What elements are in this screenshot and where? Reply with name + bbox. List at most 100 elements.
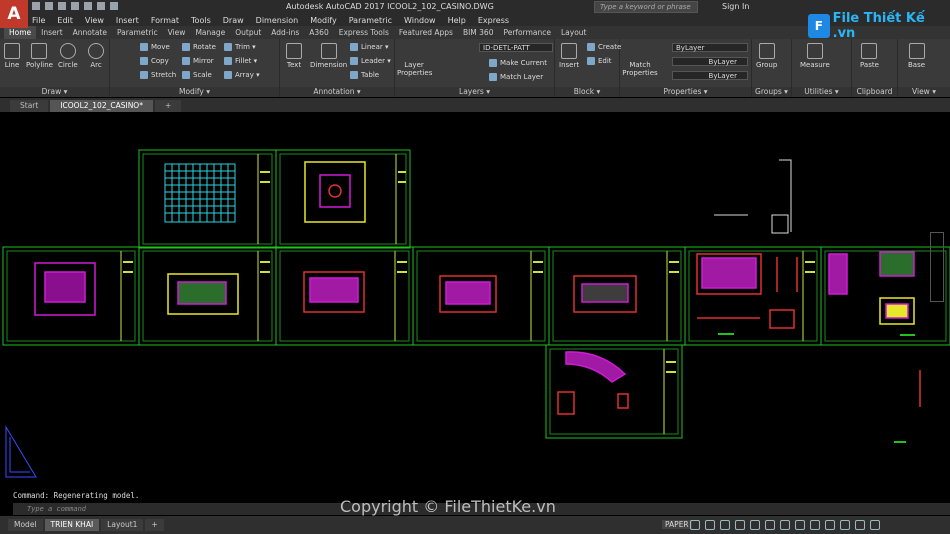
create-block-button[interactable]: Create [587, 43, 621, 51]
layout-tab-0[interactable]: Model [8, 519, 43, 531]
edit-block-button[interactable]: Edit [587, 57, 612, 65]
menu-item-11[interactable]: Help [448, 16, 466, 25]
linetype-dropdown[interactable]: ByLayer [672, 57, 748, 66]
menu-item-2[interactable]: View [85, 16, 104, 25]
trim-tool[interactable]: Trim ▾ [224, 43, 256, 51]
move-tool[interactable]: Move [140, 43, 170, 51]
leader-tool[interactable]: Leader ▾ [350, 57, 391, 65]
otrack-icon[interactable] [765, 520, 775, 530]
menu-item-1[interactable]: Edit [57, 16, 73, 25]
insert-block-button[interactable]: Insert [559, 43, 579, 69]
ribbon-tab-3[interactable]: Parametric [112, 26, 163, 39]
quick-access-toolbar[interactable] [32, 2, 118, 10]
hardware-acceleration-icon[interactable] [840, 520, 850, 530]
paper-space-toggle[interactable]: PAPER [662, 520, 692, 529]
modify-panel-label[interactable]: Modify ▾ [110, 87, 279, 97]
menu-item-4[interactable]: Format [151, 16, 179, 25]
annotation-panel-label[interactable]: Annotation ▾ [280, 87, 394, 97]
sign-in-link[interactable]: Sign In [722, 2, 749, 11]
menu-item-9[interactable]: Parametric [349, 16, 392, 25]
doc-tab-0[interactable]: Start [10, 100, 49, 112]
menu-item-10[interactable]: Window [404, 16, 436, 25]
isolate-icon[interactable] [825, 520, 835, 530]
application-menu-button[interactable]: A [0, 0, 28, 28]
lineweight-icon[interactable] [780, 520, 790, 530]
groups-panel-label[interactable]: Groups ▾ [752, 87, 791, 97]
clean-screen-icon[interactable] [855, 520, 865, 530]
open-icon[interactable] [45, 2, 53, 10]
ribbon-tab-11[interactable]: BIM 360 [458, 26, 499, 39]
menu-item-8[interactable]: Modify [310, 16, 337, 25]
ribbon-tab-5[interactable]: Manage [190, 26, 230, 39]
redo-icon[interactable] [110, 2, 118, 10]
draw-panel-label[interactable]: Draw ▾ [0, 87, 109, 97]
copy-tool[interactable]: Copy [140, 57, 169, 65]
save-icon[interactable] [58, 2, 66, 10]
make-current-button[interactable]: Make Current [489, 59, 547, 67]
ribbon-tab-1[interactable]: Insert [36, 26, 68, 39]
circle-tool[interactable]: Circle [58, 43, 78, 69]
match-properties-button[interactable]: Match Properties [622, 61, 658, 77]
arc-tool[interactable]: Arc [88, 43, 104, 69]
scale-tool[interactable]: Scale [182, 71, 212, 79]
menu-item-0[interactable]: File [32, 16, 45, 25]
customize-icon[interactable] [870, 520, 880, 530]
fillet-tool[interactable]: Fillet ▾ [224, 57, 257, 65]
menu-item-5[interactable]: Tools [191, 16, 211, 25]
ribbon-tab-10[interactable]: Featured Apps [394, 26, 458, 39]
view-panel-label[interactable]: View ▾ [898, 87, 950, 97]
polyline-tool[interactable]: Polyline [26, 43, 53, 69]
layer-dropdown[interactable]: ID-DETL-PATT [479, 43, 553, 52]
doc-tab-2[interactable]: + [154, 100, 182, 112]
color-dropdown[interactable]: ByLayer [672, 43, 748, 52]
menu-item-3[interactable]: Insert [116, 16, 139, 25]
rotate-tool[interactable]: Rotate [182, 43, 216, 51]
polar-icon[interactable] [735, 520, 745, 530]
drawing-canvas[interactable] [0, 112, 950, 486]
base-view-button[interactable]: Base [908, 43, 925, 69]
save-as-icon[interactable] [71, 2, 79, 10]
ribbon-tab-6[interactable]: Output [230, 26, 266, 39]
ribbon-tab-8[interactable]: A360 [304, 26, 333, 39]
ribbon-tab-9[interactable]: Express Tools [334, 26, 394, 39]
properties-panel-label[interactable]: Properties ▾ [620, 87, 751, 97]
navigation-bar[interactable] [930, 232, 944, 302]
print-icon[interactable] [84, 2, 92, 10]
search-input[interactable]: Type a keyword or phrase [594, 1, 698, 13]
osnap-icon[interactable] [750, 520, 760, 530]
layer-properties-button[interactable]: Layer Properties [397, 61, 432, 77]
line-tool[interactable]: Line [4, 43, 20, 69]
measure-button[interactable]: Measure [800, 43, 830, 69]
ribbon-tab-4[interactable]: View [163, 26, 191, 39]
menu-item-6[interactable]: Draw [223, 16, 244, 25]
stretch-tool[interactable]: Stretch [140, 71, 176, 79]
utilities-panel-label[interactable]: Utilities ▾ [792, 87, 851, 97]
ribbon-tab-7[interactable]: Add-ins [266, 26, 304, 39]
text-tool[interactable]: Text [286, 43, 302, 69]
mirror-tool[interactable]: Mirror [182, 57, 214, 65]
grid-icon[interactable] [690, 520, 700, 530]
ortho-icon[interactable] [720, 520, 730, 530]
layout-tab-3[interactable]: + [145, 519, 164, 531]
ribbon-tab-13[interactable]: Layout [556, 26, 592, 39]
group-button[interactable]: Group [756, 43, 777, 69]
match-layer-button[interactable]: Match Layer [489, 73, 543, 81]
linear-tool[interactable]: Linear ▾ [350, 43, 389, 51]
menu-item-7[interactable]: Dimension [256, 16, 299, 25]
table-tool[interactable]: Table [350, 71, 379, 79]
array-tool[interactable]: Array ▾ [224, 71, 260, 79]
layout-tab-1[interactable]: TRIEN KHAI [44, 519, 100, 531]
snap-icon[interactable] [705, 520, 715, 530]
layers-panel-label[interactable]: Layers ▾ [395, 87, 554, 97]
ribbon-tab-2[interactable]: Annotate [68, 26, 112, 39]
annotation-scale-icon[interactable] [795, 520, 805, 530]
layout-tab-2[interactable]: Layout1 [101, 519, 144, 531]
workspace-gear-icon[interactable] [810, 520, 820, 530]
block-panel-label[interactable]: Block ▾ [555, 87, 619, 97]
undo-icon[interactable] [97, 2, 105, 10]
ribbon-tab-12[interactable]: Performance [498, 26, 556, 39]
dimension-tool[interactable]: Dimension [310, 43, 347, 69]
menu-item-12[interactable]: Express [478, 16, 509, 25]
doc-tab-1[interactable]: ICOOL2_102_CASINO* [50, 100, 153, 112]
paste-button[interactable]: Paste [860, 43, 879, 69]
